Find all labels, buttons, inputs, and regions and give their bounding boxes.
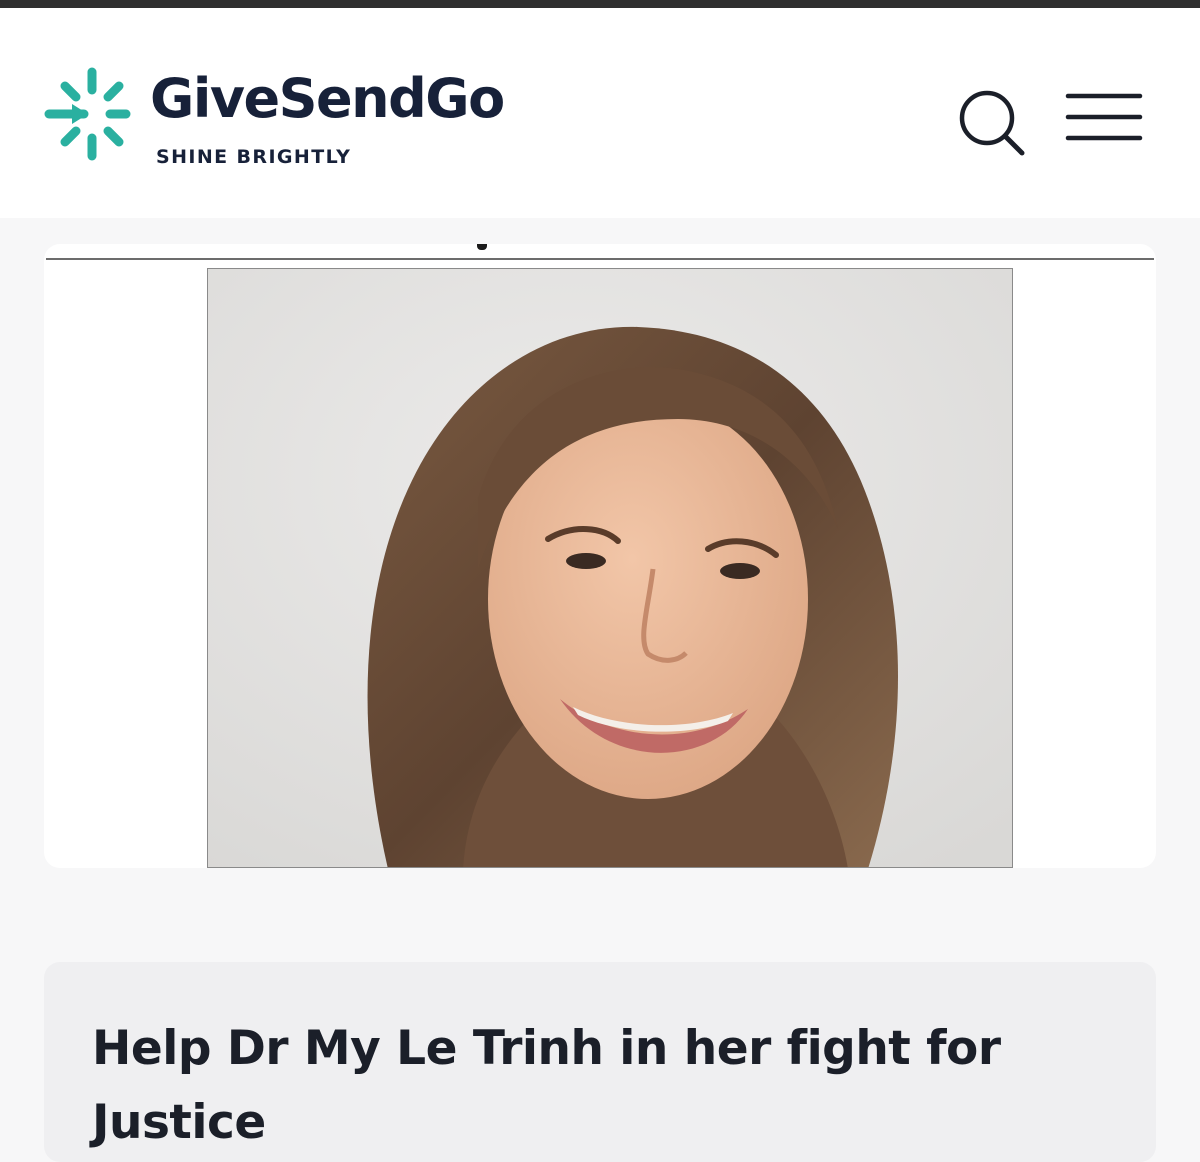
campaign-title-card: Help Dr My Le Trinh in her fight for Jus… — [44, 962, 1156, 1162]
status-strip — [0, 0, 1200, 8]
hamburger-menu-icon — [1065, 93, 1143, 141]
cropped-glyph — [477, 244, 487, 250]
brand-logo[interactable]: GiveSendGo SHINE BRIGHTLY — [44, 64, 564, 174]
brand-tagline: SHINE BRIGHTLY — [156, 146, 352, 168]
spark-icon — [44, 67, 131, 161]
campaign-photo[interactable] — [207, 268, 1013, 868]
search-button[interactable] — [955, 88, 1029, 162]
site-header: GiveSendGo SHINE BRIGHTLY — [0, 8, 1200, 218]
brand-name: GiveSendGo — [150, 67, 505, 130]
campaign-title[interactable]: Help Dr My Le Trinh in her fight for Jus… — [92, 1012, 1052, 1160]
portrait-illustration — [208, 269, 1012, 867]
search-icon — [959, 90, 1025, 156]
image-divider — [46, 258, 1154, 260]
campaign-media-card — [44, 244, 1156, 868]
menu-button[interactable] — [1062, 88, 1146, 154]
